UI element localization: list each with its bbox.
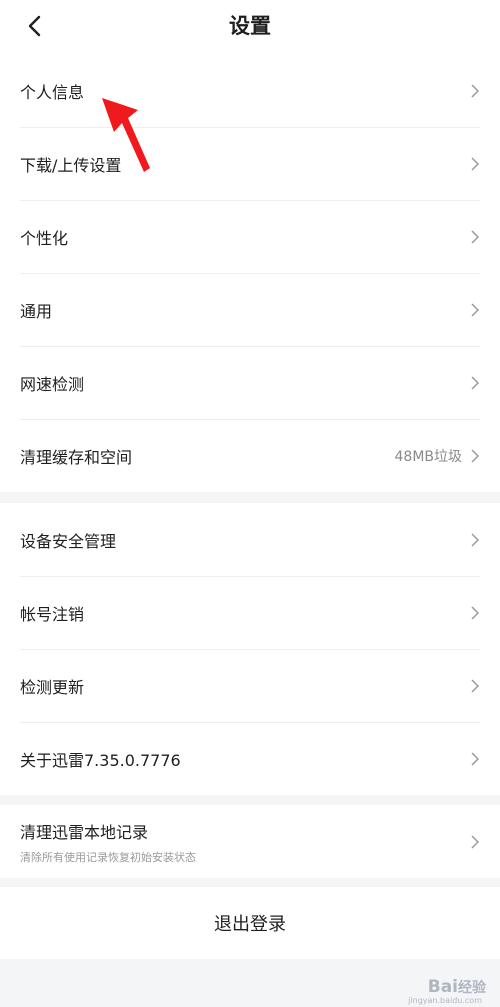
- chevron-right-icon: [470, 678, 480, 694]
- watermark-logo: Bai经验: [427, 977, 486, 997]
- cache-size-value: 48MB垃圾: [394, 448, 463, 465]
- settings-item-clear-local-records[interactable]: 清理迅雷本地记录 清除所有使用记录恢复初始安装状态: [0, 805, 500, 878]
- chevron-right-icon: [470, 532, 480, 548]
- settings-item-personalization[interactable]: 个性化: [0, 200, 500, 273]
- chevron-right-icon: [470, 834, 480, 850]
- settings-item-label: 个人信息: [20, 82, 85, 102]
- settings-item-label: 清理缓存和空间: [20, 447, 133, 467]
- settings-item-speed-test[interactable]: 网速检测: [0, 346, 500, 419]
- settings-item-account-deletion[interactable]: 帐号注销: [0, 576, 500, 649]
- red-arrow-annotation: [102, 98, 150, 172]
- chevron-right-icon: [470, 375, 480, 391]
- settings-item-check-update[interactable]: 检测更新: [0, 649, 500, 722]
- chevron-right-icon: [470, 751, 480, 767]
- settings-item-texts: 清理迅雷本地记录 清除所有使用记录恢复初始安装状态: [20, 819, 470, 865]
- chevron-right-icon: [470, 448, 480, 464]
- settings-item-label: 关于迅雷7.35.0.7776: [20, 750, 181, 770]
- chevron-right-icon: [470, 605, 480, 621]
- chevron-right-icon: [470, 83, 480, 99]
- settings-item-label: 帐号注销: [20, 604, 85, 624]
- page-title: 设置: [229, 14, 271, 38]
- settings-item-label: 网速检测: [20, 374, 85, 394]
- settings-item-clear-cache[interactable]: 清理缓存和空间 48MB垃圾: [0, 419, 500, 492]
- settings-item-label: 通用: [20, 301, 53, 321]
- settings-group-3: 清理迅雷本地记录 清除所有使用记录恢复初始安装状态: [0, 805, 500, 878]
- settings-group-2: 设备安全管理 帐号注销 检测更新 关于迅雷7.35.0.7776: [0, 503, 500, 795]
- settings-item-general[interactable]: 通用: [0, 273, 500, 346]
- settings-item-personal-info[interactable]: 个人信息: [0, 54, 500, 127]
- chevron-right-icon: [470, 302, 480, 318]
- chevron-right-icon: [470, 156, 480, 172]
- settings-item-label: 个性化: [20, 228, 69, 248]
- arrow-shape: [102, 98, 150, 172]
- chevron-right-icon: [470, 229, 480, 245]
- settings-item-label: 下载/上传设置: [20, 155, 122, 175]
- logout-label: 退出登录: [214, 914, 286, 935]
- settings-item-download-upload[interactable]: 下载/上传设置: [0, 127, 500, 200]
- settings-group-1: 个人信息 下载/上传设置 个性化 通用 网速检测 清理缓存和空间 48MB垃圾: [0, 54, 500, 492]
- settings-item-subtitle: 清除所有使用记录恢复初始安装状态: [20, 850, 196, 864]
- settings-item-device-security[interactable]: 设备安全管理: [0, 503, 500, 576]
- watermark-url: jingyan.baidu.com: [408, 996, 482, 1005]
- settings-item-label: 清理迅雷本地记录: [20, 822, 149, 842]
- settings-item-label: 设备安全管理: [20, 531, 117, 551]
- settings-item-label: 检测更新: [20, 677, 85, 697]
- top-bar: 设置: [0, 0, 500, 54]
- logout-button[interactable]: 退出登录: [0, 887, 500, 959]
- settings-item-about[interactable]: 关于迅雷7.35.0.7776: [0, 722, 500, 795]
